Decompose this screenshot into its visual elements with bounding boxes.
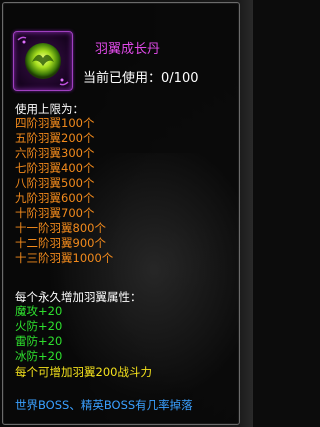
usage-value: 0/100 [161,71,199,86]
bonus-item: 火防+20 [15,319,63,333]
power-note: 每个可增加羽翼200战斗力 [15,365,152,379]
bonus-item: 冰防+20 [15,349,63,363]
green-orb-icon [17,36,69,86]
limit-item: 十二阶羽翼900个 [15,236,106,250]
limit-item: 十一阶羽翼800个 [15,221,106,235]
background-panel-edge [238,0,253,427]
item-name: 羽翼成长丹 [95,42,161,57]
usage-label: 当前已使用： [83,71,162,86]
usage-count: 当前已使用：0/100 [83,67,198,86]
bonus-list: 魔攻+20 火防+20 雷防+20 冰防+20 [15,304,62,364]
limit-item: 四阶羽翼100个 [15,116,95,130]
bonus-item: 雷防+20 [15,334,63,348]
limit-item: 八阶羽翼500个 [15,176,95,190]
limit-list: 四阶羽翼100个 五阶羽翼200个 六阶羽翼300个 七阶羽翼400个 八阶羽翼… [15,116,113,266]
bonus-item: 魔攻+20 [15,304,63,318]
limit-title: 使用上限为： [15,102,84,116]
limit-item: 六阶羽翼300个 [15,146,95,160]
item-tooltip: 羽翼成长丹 当前已使用：0/100 使用上限为： 四阶羽翼100个 五阶羽翼20… [2,2,240,425]
bonus-title: 每个永久增加羽翼属性： [15,290,142,304]
limit-item: 十阶羽翼700个 [15,206,95,220]
limit-item: 五阶羽翼200个 [15,131,95,145]
limit-item: 九阶羽翼600个 [15,191,95,205]
item-icon-frame [13,31,73,91]
limit-item: 十三阶羽翼1000个 [15,251,114,265]
limit-item: 七阶羽翼400个 [15,161,95,175]
source-note: 世界BOSS、精英BOSS有几率掉落 [15,398,193,412]
